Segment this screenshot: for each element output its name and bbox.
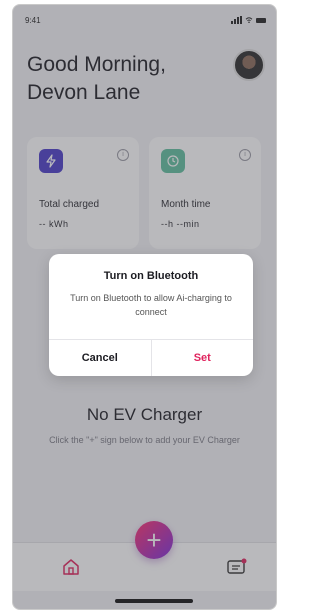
dialog-actions: Cancel Set xyxy=(49,339,253,376)
bluetooth-dialog: Turn on Bluetooth Turn on Bluetooth to a… xyxy=(49,254,253,376)
set-button[interactable]: Set xyxy=(152,340,254,376)
dialog-message: Turn on Bluetooth to allow Ai-charging t… xyxy=(70,293,232,317)
phone-screen: 9:41 Good Morning, Devon Lane i Total ch… xyxy=(12,4,277,610)
cancel-button[interactable]: Cancel xyxy=(49,340,152,376)
dialog-title: Turn on Bluetooth xyxy=(103,270,199,282)
